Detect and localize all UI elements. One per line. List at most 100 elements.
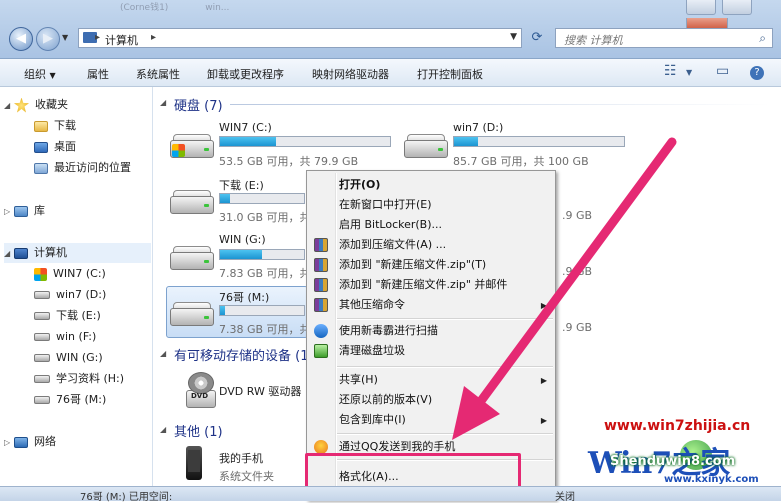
menu-item-more-compress[interactable]: 其他压缩命令 bbox=[339, 295, 405, 315]
sidebar-item-desktop[interactable]: 桌面 bbox=[34, 137, 76, 157]
drive-e-name[interactable]: 下载 (E:) bbox=[219, 177, 264, 193]
sidebar-item-drive-e[interactable]: 下载 (E:) bbox=[34, 306, 101, 326]
collapse-group-icon[interactable]: ◢ bbox=[160, 349, 166, 358]
map-network-drive-button[interactable]: 映射网络驱动器 bbox=[312, 66, 389, 82]
watermark-logo: Win7之家 Shenduwin8.com www.kxinyk.com bbox=[588, 438, 781, 488]
drive-d-icon[interactable] bbox=[404, 132, 448, 158]
menu-item-scan-virus[interactable]: 使用新毒霸进行扫描 bbox=[339, 321, 438, 341]
uninstall-program-button[interactable]: 卸载或更改程序 bbox=[207, 66, 284, 82]
sidebar-item-drive-f[interactable]: win (F:) bbox=[34, 327, 96, 347]
refresh-icon: ⟳ bbox=[531, 30, 543, 45]
back-button[interactable]: ◀ bbox=[9, 27, 33, 51]
maximize-button[interactable] bbox=[721, 0, 752, 15]
sidebar-item-drive-m[interactable]: 76哥 (M:) bbox=[34, 390, 106, 410]
status-right-text: 关闭 bbox=[555, 492, 575, 503]
view-options-icon[interactable]: ☷ bbox=[664, 63, 677, 79]
drive-g-name[interactable]: WIN (G:) bbox=[219, 233, 266, 246]
preview-pane-icon[interactable]: ▭ bbox=[716, 63, 729, 79]
winrar-icon bbox=[314, 238, 328, 252]
sidebar-item-drive-d[interactable]: win7 (D:) bbox=[34, 285, 106, 305]
sidebar-item-favorites[interactable]: ◢ 收藏夹 bbox=[4, 95, 68, 115]
watermark-site: www.kxinyk.com bbox=[664, 474, 759, 485]
menu-item-restore-versions[interactable]: 还原以前的版本(V) bbox=[339, 390, 432, 410]
hard-drive-icon bbox=[34, 291, 50, 299]
drive-c-name[interactable]: WIN7 (C:) bbox=[219, 121, 272, 134]
chevron-down-icon: ▼ bbox=[49, 71, 56, 80]
sidebar-item-drive-h[interactable]: 学习资料 (H:) bbox=[34, 369, 124, 389]
partial-drive-free-space: .9 GB bbox=[562, 265, 593, 278]
search-placeholder: 搜索 计算机 bbox=[564, 34, 623, 47]
sidebar-item-recent[interactable]: 最近访问的位置 bbox=[34, 158, 131, 178]
menu-item-clean-disk[interactable]: 清理磁盘垃圾 bbox=[339, 341, 405, 361]
dvd-drive-name[interactable]: DVD RW 驱动器 bbox=[219, 383, 301, 399]
breadcrumb-computer[interactable]: 计算机 bbox=[105, 32, 138, 48]
expand-arrow-icon[interactable]: ▷ bbox=[4, 433, 14, 453]
breadcrumb-arrow-icon[interactable]: ▸ bbox=[151, 32, 156, 43]
drive-g-usage-bar bbox=[219, 249, 305, 260]
phone-icon[interactable] bbox=[186, 446, 202, 480]
partial-drive-free-space: .9 GB bbox=[562, 321, 593, 334]
history-dropdown[interactable]: ▼ bbox=[62, 33, 68, 42]
menu-item-share[interactable]: 共享(H) bbox=[339, 370, 378, 390]
system-properties-button[interactable]: 系统属性 bbox=[136, 66, 180, 82]
expand-arrow-icon[interactable]: ▷ bbox=[4, 202, 14, 222]
drive-e-usage-bar bbox=[219, 193, 305, 204]
submenu-arrow-icon: ▶ bbox=[540, 416, 547, 425]
drive-c-usage-bar bbox=[219, 136, 391, 147]
drive-m-name[interactable]: 76哥 (M:) bbox=[219, 289, 269, 305]
forward-button[interactable]: ▶ bbox=[36, 27, 60, 51]
phone-name[interactable]: 我的手机 bbox=[219, 450, 263, 466]
network-icon bbox=[14, 436, 28, 448]
expand-arrow-icon[interactable]: ◢ bbox=[4, 244, 14, 264]
collapse-group-icon[interactable]: ◢ bbox=[160, 425, 166, 434]
star-icon bbox=[14, 97, 29, 113]
menu-item-add-archive[interactable]: 添加到压缩文件(A) ... bbox=[339, 235, 446, 255]
group-header-hard-disks[interactable]: 硬盘 (7) bbox=[174, 95, 223, 114]
sidebar-item-drive-c[interactable]: WIN7 (C:) bbox=[34, 264, 106, 284]
group-header-other[interactable]: 其他 (1) bbox=[174, 421, 223, 440]
drive-d-name[interactable]: win7 (D:) bbox=[453, 121, 503, 134]
open-control-panel-button[interactable]: 打开控制面板 bbox=[417, 66, 483, 82]
hard-drive-icon bbox=[34, 312, 50, 320]
menu-item-open[interactable]: 打开(O) bbox=[339, 175, 380, 195]
minimize-button[interactable] bbox=[686, 0, 716, 15]
sidebar-item-downloads[interactable]: 下载 bbox=[34, 116, 76, 136]
address-dropdown-icon[interactable]: ▼ bbox=[510, 32, 517, 42]
sidebar-item-libraries[interactable]: ▷ 库 bbox=[4, 201, 45, 221]
hard-drive-icon bbox=[34, 333, 50, 341]
winrar-icon bbox=[314, 298, 328, 312]
menu-item-add-zip-email[interactable]: 添加到 "新建压缩文件.zip" 并邮件 bbox=[339, 275, 507, 295]
drive-g-icon[interactable] bbox=[170, 244, 214, 270]
menu-item-open-new-window[interactable]: 在新窗口中打开(E) bbox=[339, 195, 432, 215]
drive-m-icon[interactable] bbox=[170, 300, 214, 326]
search-input[interactable]: 搜索 计算机 ⌕ bbox=[555, 28, 773, 48]
menu-item-bitlocker[interactable]: 启用 BitLocker(B)... bbox=[339, 215, 442, 235]
expand-arrow-icon[interactable]: ◢ bbox=[4, 96, 14, 116]
sidebar-item-computer[interactable]: ◢ 计算机 bbox=[4, 243, 151, 263]
view-dropdown-icon[interactable]: ▼ bbox=[686, 68, 692, 77]
group-header-removable[interactable]: 有可移动存储的设备 (1) bbox=[174, 345, 314, 364]
background-taskbar-tabs: (Corne钱1) win... bbox=[120, 0, 680, 14]
dvd-drive-icon[interactable]: DVD bbox=[186, 372, 216, 408]
search-icon: ⌕ bbox=[759, 31, 766, 45]
menu-item-include-library[interactable]: 包含到库中(I) bbox=[339, 410, 406, 430]
address-bar[interactable]: ▸ 计算机 ▸ ▼ bbox=[78, 28, 522, 48]
refresh-button[interactable]: ⟳ bbox=[527, 29, 547, 47]
sidebar-item-network[interactable]: ▷ 网络 bbox=[4, 432, 56, 452]
faded-tab: win... bbox=[205, 3, 230, 13]
help-icon[interactable]: ? bbox=[750, 66, 764, 80]
downloads-folder-icon bbox=[34, 120, 48, 132]
drive-c-icon[interactable] bbox=[170, 132, 214, 158]
trash-clean-icon bbox=[314, 344, 328, 358]
drive-e-icon[interactable] bbox=[170, 188, 214, 214]
winrar-icon bbox=[314, 258, 328, 272]
collapse-group-icon[interactable]: ◢ bbox=[160, 98, 166, 107]
menu-item-add-zip[interactable]: 添加到 "新建压缩文件.zip"(T) bbox=[339, 255, 486, 275]
qq-icon bbox=[314, 440, 328, 454]
organize-button[interactable]: 组织 ▼ bbox=[24, 66, 56, 82]
sidebar-item-drive-g[interactable]: WIN (G:) bbox=[34, 348, 103, 368]
recent-places-icon bbox=[34, 162, 48, 174]
properties-button[interactable]: 属性 bbox=[87, 66, 109, 82]
breadcrumb-arrow-icon[interactable]: ▸ bbox=[95, 32, 100, 43]
antivirus-icon bbox=[314, 324, 328, 338]
